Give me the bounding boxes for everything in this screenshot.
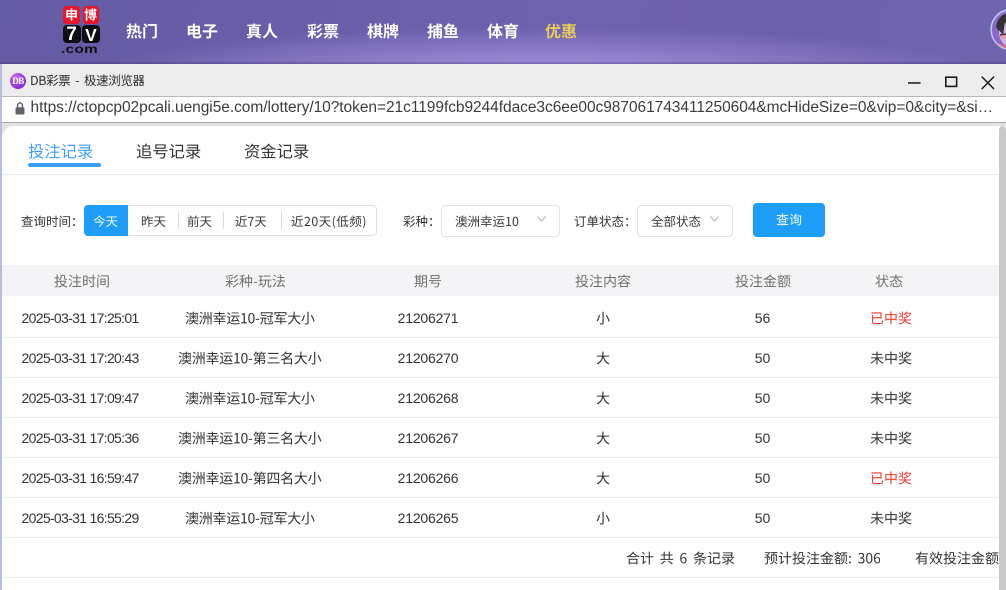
svg-text:DB: DB bbox=[12, 76, 24, 86]
